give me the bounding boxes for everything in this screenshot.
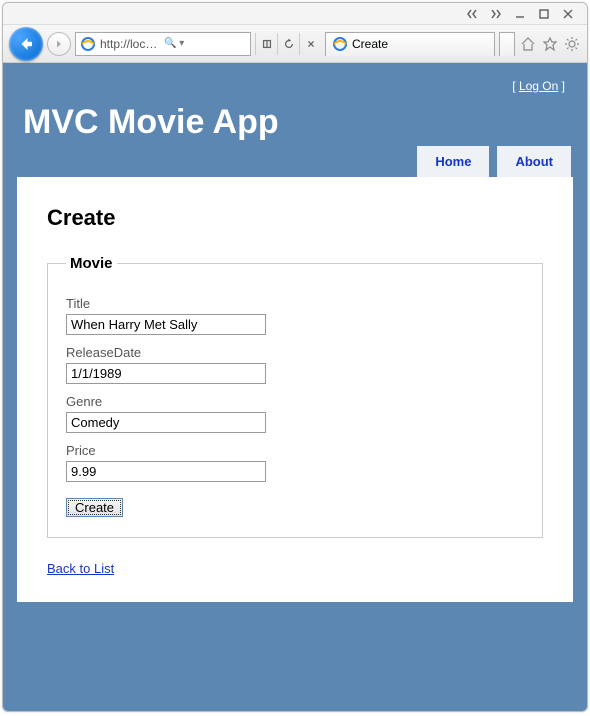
tab-strip: Create	[325, 32, 515, 56]
ie-icon	[332, 36, 348, 52]
back-button[interactable]	[9, 27, 43, 61]
favorites-icon[interactable]	[541, 35, 559, 53]
login-strip: [ Log On ]	[17, 75, 573, 103]
menu-home[interactable]: Home	[417, 146, 489, 177]
app-title: MVC Movie App	[17, 103, 573, 146]
field-title: Title	[66, 296, 524, 335]
browser-window: http://loc… 🔍 ▾ Create [ Log On	[2, 2, 588, 712]
address-text[interactable]: http://loc…	[100, 37, 160, 51]
title-label: Title	[66, 296, 524, 311]
resize-right-icon[interactable]	[487, 7, 505, 21]
create-button[interactable]: Create	[66, 498, 123, 517]
content-card: Create Movie Title ReleaseDate Genre Pri…	[17, 177, 573, 602]
main-menu: Home About	[17, 146, 573, 177]
compat-view-icon[interactable]	[255, 33, 277, 55]
home-icon[interactable]	[519, 35, 537, 53]
menu-about[interactable]: About	[497, 146, 571, 177]
resize-left-icon[interactable]	[463, 7, 481, 21]
close-icon[interactable]	[559, 7, 577, 21]
forward-button[interactable]	[47, 32, 71, 56]
back-link-row: Back to List	[47, 560, 543, 578]
submit-row: Create	[66, 498, 524, 517]
browser-toolbar: http://loc… 🔍 ▾ Create	[3, 25, 587, 63]
releasedate-label: ReleaseDate	[66, 345, 524, 360]
new-tab-button[interactable]	[499, 32, 515, 56]
genre-label: Genre	[66, 394, 524, 409]
back-to-list-link[interactable]: Back to List	[47, 561, 114, 576]
stop-icon[interactable]	[299, 33, 321, 55]
browser-right-controls	[519, 35, 581, 53]
maximize-icon[interactable]	[535, 7, 553, 21]
ie-icon	[80, 36, 96, 52]
page-viewport[interactable]: [ Log On ] MVC Movie App Home About Crea…	[3, 63, 587, 711]
page-heading: Create	[47, 205, 543, 231]
field-genre: Genre	[66, 394, 524, 433]
window-titlebar	[3, 3, 587, 25]
minimize-icon[interactable]	[511, 7, 529, 21]
genre-input[interactable]	[66, 412, 266, 433]
movie-fieldset: Movie Title ReleaseDate Genre Price	[47, 255, 543, 538]
toolbar-mini-buttons	[255, 33, 321, 55]
tools-icon[interactable]	[563, 35, 581, 53]
price-input[interactable]	[66, 461, 266, 482]
address-bar[interactable]: http://loc… 🔍 ▾	[75, 32, 251, 56]
search-dropdown-icon[interactable]: 🔍 ▾	[164, 38, 184, 49]
field-releasedate: ReleaseDate	[66, 345, 524, 384]
title-input[interactable]	[66, 314, 266, 335]
log-on-link[interactable]: Log On	[519, 79, 558, 93]
tab-label: Create	[352, 37, 388, 51]
fieldset-legend: Movie	[66, 255, 117, 272]
tab-create[interactable]: Create	[325, 32, 495, 56]
price-label: Price	[66, 443, 524, 458]
refresh-icon[interactable]	[277, 33, 299, 55]
field-price: Price	[66, 443, 524, 482]
releasedate-input[interactable]	[66, 363, 266, 384]
